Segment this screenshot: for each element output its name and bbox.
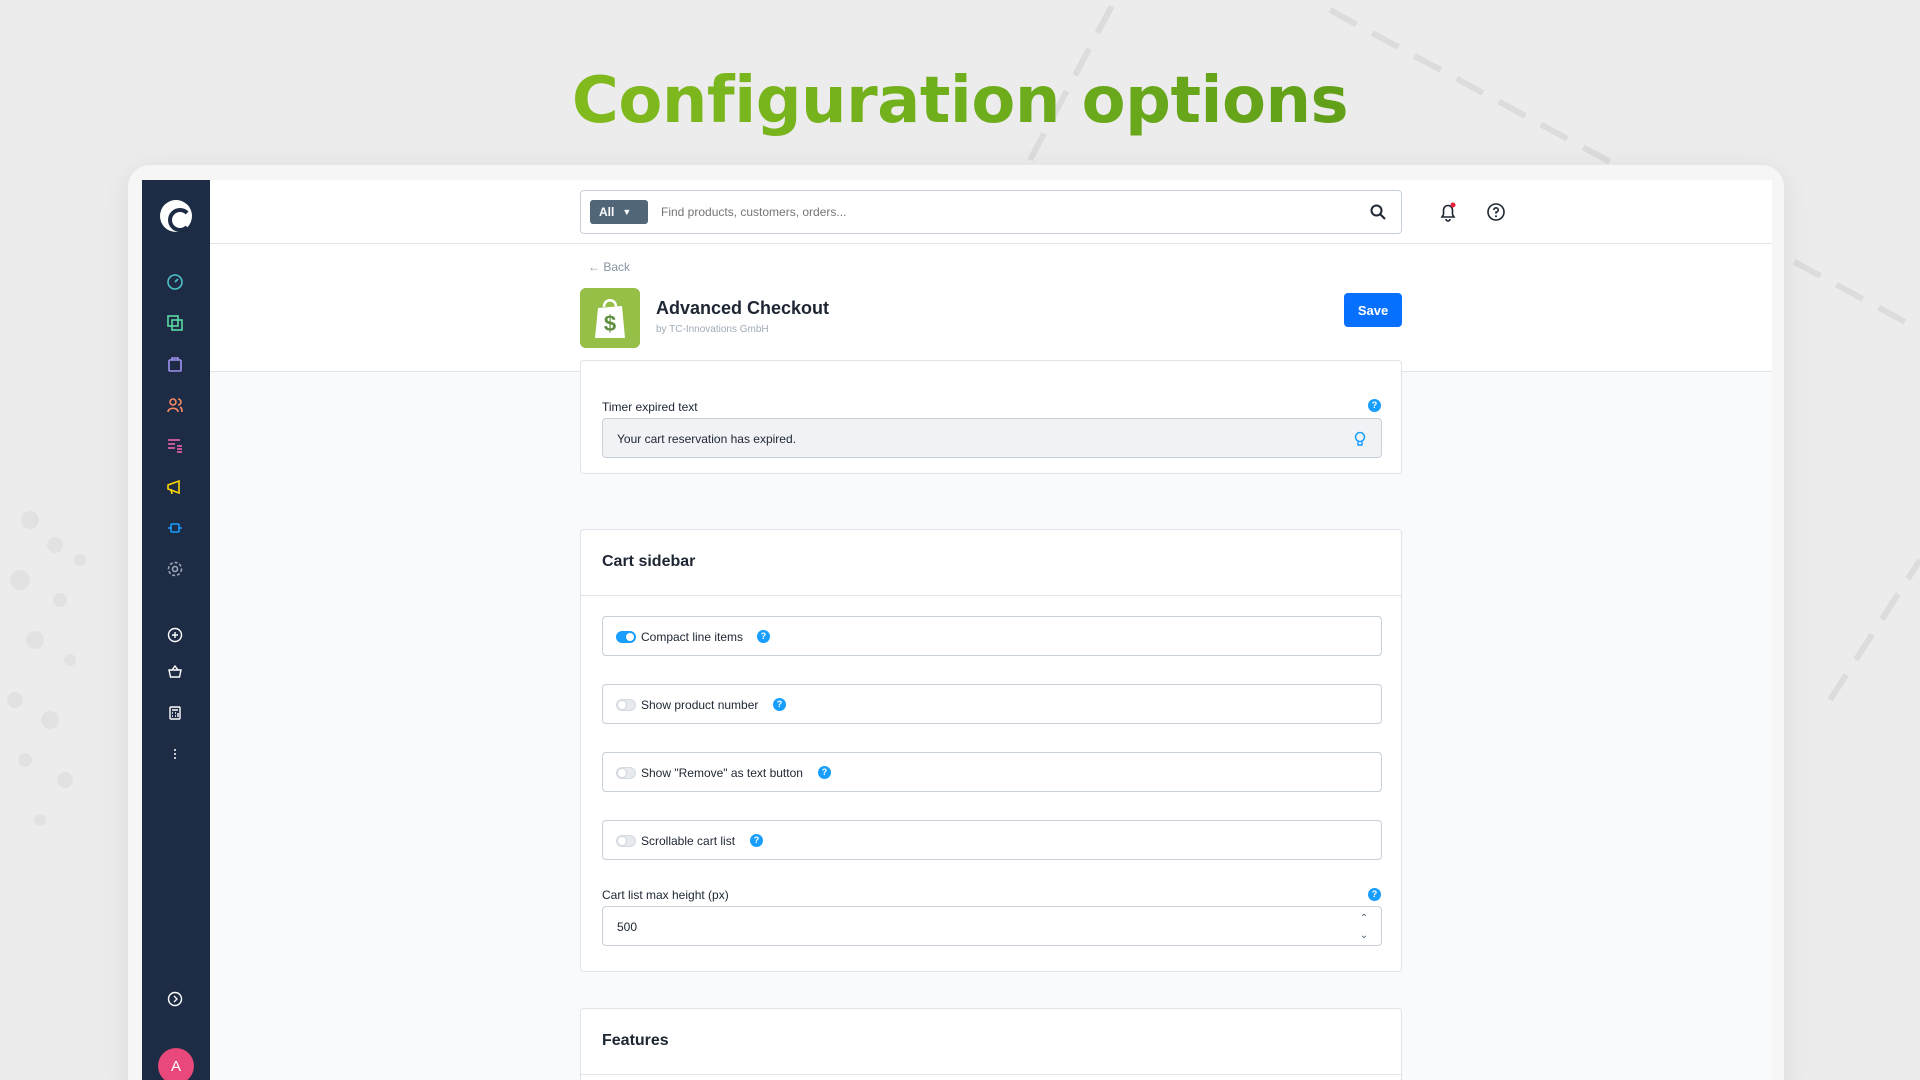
toggle-switch[interactable] bbox=[616, 835, 636, 847]
search-icon[interactable] bbox=[1369, 203, 1387, 221]
calculator-icon[interactable] bbox=[164, 702, 186, 724]
toggle-remove-text-button: Show "Remove" as text button ? bbox=[602, 752, 1382, 792]
toggle-switch[interactable] bbox=[616, 699, 636, 711]
toggle-scrollable-cart-list: Scrollable cart list ? bbox=[602, 820, 1382, 860]
shopware-logo[interactable] bbox=[160, 200, 192, 232]
max-height-label: Cart list max height (px) bbox=[602, 888, 729, 902]
arrow-left-icon: ← bbox=[588, 260, 600, 274]
global-search: All ▼ bbox=[580, 190, 1402, 234]
toggle-label: Show product number bbox=[641, 698, 759, 712]
svg-text:$: $ bbox=[604, 311, 616, 336]
cart-sidebar-card: Cart sidebar Compact line items ? Show p… bbox=[580, 529, 1402, 972]
help-icon[interactable]: ? bbox=[1368, 399, 1381, 412]
help-icon[interactable]: ? bbox=[818, 766, 831, 779]
toggle-show-product-number: Show product number ? bbox=[602, 684, 1382, 724]
admin-sidebar: A bbox=[142, 180, 210, 1080]
help-icon[interactable]: ? bbox=[1368, 888, 1381, 901]
chevron-down-icon[interactable]: ⌄ bbox=[1357, 928, 1371, 942]
max-height-field: ⌃ ⌄ bbox=[602, 906, 1382, 946]
more-icon[interactable] bbox=[164, 743, 186, 765]
help-icon[interactable]: ? bbox=[773, 698, 786, 711]
chevron-down-icon: ▼ bbox=[622, 207, 632, 217]
timer-settings-card: Timer expired text ? bbox=[580, 360, 1402, 474]
card-title: Features bbox=[602, 1032, 669, 1049]
toggle-switch[interactable] bbox=[616, 631, 636, 643]
plugin-author: by TC-Innovations GmbH bbox=[656, 324, 769, 335]
search-input[interactable] bbox=[661, 201, 1341, 223]
content-icon[interactable] bbox=[164, 435, 186, 457]
help-icon[interactable]: ? bbox=[757, 630, 770, 643]
help-icon[interactable]: ? bbox=[750, 834, 763, 847]
search-scope-label: All bbox=[599, 205, 615, 219]
plugin-logo-icon: $ bbox=[580, 288, 640, 348]
avatar[interactable]: A bbox=[158, 1048, 194, 1080]
notifications-bell-icon[interactable] bbox=[1436, 200, 1460, 224]
page-title: Advanced Checkout bbox=[656, 298, 830, 318]
catalogues-icon[interactable] bbox=[164, 312, 186, 334]
add-icon[interactable] bbox=[164, 624, 186, 646]
timer-expired-input[interactable] bbox=[617, 429, 1337, 449]
toggle-switch[interactable] bbox=[616, 767, 636, 779]
timer-expired-label: Timer expired text bbox=[602, 400, 698, 414]
back-label: Back bbox=[603, 260, 631, 274]
max-height-input[interactable] bbox=[617, 917, 1217, 937]
orders-icon[interactable] bbox=[164, 353, 186, 375]
expand-icon[interactable] bbox=[164, 988, 186, 1010]
search-scope-select[interactable]: All ▼ bbox=[590, 200, 648, 224]
page-header: ← Back $ Advanced Checkout by TC-Innovat… bbox=[210, 244, 1772, 372]
translation-hint-icon[interactable] bbox=[1353, 431, 1367, 447]
basket-icon[interactable] bbox=[164, 661, 186, 683]
customers-icon[interactable] bbox=[164, 394, 186, 416]
features-card: Features bbox=[580, 1008, 1402, 1080]
toggle-label: Show "Remove" as text button bbox=[641, 766, 803, 780]
toggle-label: Scrollable cart list bbox=[641, 834, 736, 848]
dashboard-icon[interactable] bbox=[164, 271, 186, 293]
chevron-up-icon[interactable]: ⌃ bbox=[1357, 911, 1371, 925]
app-window: A All ▼ ← Back bbox=[142, 180, 1772, 1080]
save-button[interactable]: Save bbox=[1344, 293, 1402, 327]
toggle-compact-line-items: Compact line items ? bbox=[602, 616, 1382, 656]
extensions-icon[interactable] bbox=[164, 517, 186, 539]
hero-title: Configuration options bbox=[0, 64, 1920, 138]
divider bbox=[581, 595, 1401, 596]
help-circle-icon[interactable] bbox=[1484, 200, 1508, 224]
top-bar: All ▼ bbox=[210, 180, 1772, 244]
back-link[interactable]: ← Back bbox=[588, 260, 630, 274]
card-title: Cart sidebar bbox=[602, 553, 696, 570]
settings-icon[interactable] bbox=[164, 558, 186, 580]
marketing-icon[interactable] bbox=[164, 476, 186, 498]
timer-expired-field bbox=[602, 418, 1382, 458]
divider bbox=[581, 1074, 1401, 1075]
toggle-label: Compact line items bbox=[641, 630, 744, 644]
